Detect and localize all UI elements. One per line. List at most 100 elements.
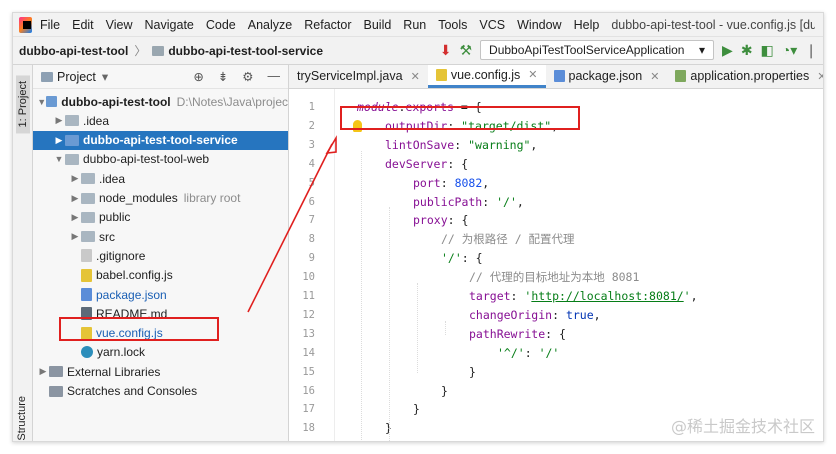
code-token: publicPath bbox=[413, 194, 483, 209]
collapsed-arrow-icon[interactable]: ▶ bbox=[69, 231, 81, 242]
tab-tryserviceimpl-java[interactable]: tryServiceImpl.java ✕ bbox=[289, 65, 428, 88]
tree-item[interactable]: Scratches and Consoles bbox=[33, 382, 288, 401]
chevron-down-icon: ▾ bbox=[699, 43, 706, 57]
project-tool-tab[interactable]: 1: Project bbox=[16, 75, 30, 134]
menu-navigate[interactable]: Navigate bbox=[145, 18, 194, 32]
breadcrumb-root[interactable]: dubbo-api-test-tool bbox=[19, 44, 128, 58]
menu-tools[interactable]: Tools bbox=[438, 18, 467, 32]
expanded-arrow-icon[interactable]: ▼ bbox=[37, 97, 46, 107]
collapsed-arrow-icon[interactable]: ▶ bbox=[69, 173, 81, 184]
folder-icon bbox=[81, 211, 95, 223]
collapsed-arrow-icon[interactable]: ▶ bbox=[37, 366, 49, 377]
tree-item[interactable]: ▶ public bbox=[33, 208, 288, 227]
tree-item[interactable]: ▶ .idea bbox=[33, 169, 288, 188]
build-hammer-icon[interactable]: ⚒ bbox=[459, 40, 472, 60]
menu-view[interactable]: View bbox=[106, 18, 133, 32]
tree-item[interactable]: ▶ External Libraries bbox=[33, 362, 288, 381]
code-line: changeOrigin: true, bbox=[469, 306, 601, 325]
menu-file[interactable]: File bbox=[40, 18, 60, 32]
folder-icon bbox=[81, 231, 95, 243]
code-token: , bbox=[690, 289, 698, 303]
navigation-toolbar: dubbo-api-test-tool 〉 dubbo-api-test-too… bbox=[13, 37, 823, 65]
collapsed-arrow-icon[interactable]: ▶ bbox=[53, 135, 65, 146]
menu-refactor[interactable]: Refactor bbox=[304, 18, 351, 32]
run-icon[interactable]: ▶ bbox=[722, 40, 733, 60]
code-token: http://localhost:8081/ bbox=[531, 289, 684, 303]
run-configuration-select[interactable]: DubboApiTestToolServiceApplication ▾ bbox=[480, 40, 715, 60]
structure-tool-tab[interactable]: Structure bbox=[16, 396, 28, 441]
tree-item[interactable]: babel.config.js bbox=[33, 266, 288, 285]
collapse-all-icon[interactable]: ⇟ bbox=[218, 69, 228, 84]
close-tab-icon[interactable]: ✕ bbox=[528, 68, 537, 81]
close-tab-icon[interactable]: ✕ bbox=[650, 70, 659, 83]
line-number: 14 bbox=[302, 346, 315, 359]
chevron-down-icon[interactable]: ▾ bbox=[102, 69, 108, 84]
code-line: // 代理的目标地址为本地 8081 bbox=[469, 268, 639, 287]
tree-item[interactable]: ▶ src bbox=[33, 227, 288, 246]
close-tab-icon[interactable]: ✕ bbox=[817, 70, 823, 83]
menu-build[interactable]: Build bbox=[364, 18, 392, 32]
expanded-arrow-icon[interactable]: ▼ bbox=[53, 154, 65, 164]
line-number: 16 bbox=[302, 384, 315, 397]
menu-edit[interactable]: Edit bbox=[72, 18, 94, 32]
project-panel-title[interactable]: Project bbox=[57, 70, 96, 84]
code-line: publicPath: '/', bbox=[413, 193, 524, 212]
tab-vue-config-js[interactable]: vue.config.js ✕ bbox=[427, 65, 546, 88]
code-editor[interactable]: 12345678910111213141516171819 module.exp… bbox=[289, 89, 823, 441]
line-number: 17 bbox=[302, 403, 315, 416]
collapsed-arrow-icon[interactable]: ▶ bbox=[69, 193, 81, 204]
tree-item[interactable]: yarn.lock bbox=[33, 343, 288, 362]
close-tab-icon[interactable]: ✕ bbox=[411, 70, 420, 83]
code-line: } bbox=[413, 400, 420, 419]
breadcrumb-module[interactable]: dubbo-api-test-tool-service bbox=[152, 44, 323, 58]
menu-run[interactable]: Run bbox=[403, 18, 426, 32]
line-number: 6 bbox=[308, 195, 315, 208]
menu-code[interactable]: Code bbox=[206, 18, 236, 32]
code-token: } bbox=[469, 364, 476, 379]
tree-item[interactable]: ▶ dubbo-api-test-tool-service bbox=[33, 130, 288, 150]
coverage-icon[interactable]: ◧ bbox=[761, 40, 774, 60]
folder-icon bbox=[152, 45, 165, 56]
code-line: devServer: { bbox=[385, 155, 468, 174]
project-view-icon bbox=[41, 71, 53, 82]
tree-item-label: node_modules bbox=[99, 191, 178, 205]
code-line: lintOnSave: "warning", bbox=[385, 136, 537, 155]
download-arrow-icon[interactable]: ⬇ bbox=[440, 40, 452, 60]
hide-minus-icon[interactable]: — bbox=[268, 69, 281, 84]
code-token: proxy bbox=[413, 213, 448, 228]
menu-analyze[interactable]: Analyze bbox=[248, 18, 292, 32]
library-icon bbox=[49, 385, 63, 397]
menu-bar: File Edit View Navigate Code Analyze Refactor B… bbox=[13, 13, 823, 37]
code-token: : bbox=[510, 289, 525, 303]
tree-item[interactable]: ▼ dubbo-api-test-tool D:\Notes\Java\projec bbox=[33, 92, 288, 111]
tree-item[interactable]: .gitignore bbox=[33, 246, 288, 265]
tree-item[interactable]: ▶ node_modules library root bbox=[33, 189, 288, 208]
indent-guide bbox=[361, 150, 362, 441]
code-token: , bbox=[593, 307, 601, 322]
collapsed-arrow-icon[interactable]: ▶ bbox=[69, 212, 81, 223]
code-token: : bbox=[524, 345, 539, 360]
file-type-icon bbox=[553, 70, 565, 82]
tree-item[interactable]: package.json bbox=[33, 285, 288, 304]
code-token: , bbox=[482, 175, 490, 190]
tree-item[interactable]: ▶ .idea bbox=[33, 111, 288, 130]
menu-vcs[interactable]: VCS bbox=[479, 18, 505, 32]
settings-gear-icon[interactable]: ⚙ bbox=[242, 69, 253, 84]
tab-package-json[interactable]: package.json ✕ bbox=[546, 65, 668, 88]
line-number: 3 bbox=[308, 138, 315, 151]
highlight-vue-config-file bbox=[59, 317, 219, 341]
tree-item-label: dubbo-api-test-tool bbox=[61, 94, 171, 109]
code-token: ' bbox=[683, 289, 691, 303]
more-actions-icon[interactable]: ❘ bbox=[805, 40, 817, 60]
locate-target-icon[interactable]: ⊕ bbox=[193, 69, 203, 84]
code-token: 8082 bbox=[454, 175, 483, 190]
editor-tab-bar: tryServiceImpl.java ✕ vue.config.js ✕ packag… bbox=[289, 65, 823, 89]
tab-application-properties[interactable]: application.properties ✕ bbox=[667, 65, 823, 88]
collapsed-arrow-icon[interactable]: ▶ bbox=[53, 115, 65, 126]
tree-item[interactable]: ▼ dubbo-api-test-tool-web bbox=[33, 150, 288, 169]
profile-icon[interactable]: ◔▾ bbox=[782, 40, 797, 60]
debug-bug-icon[interactable]: ✱ bbox=[741, 40, 753, 60]
tab-label: vue.config.js bbox=[450, 67, 521, 82]
menu-window[interactable]: Window bbox=[517, 18, 561, 32]
menu-help[interactable]: Help bbox=[574, 18, 600, 32]
